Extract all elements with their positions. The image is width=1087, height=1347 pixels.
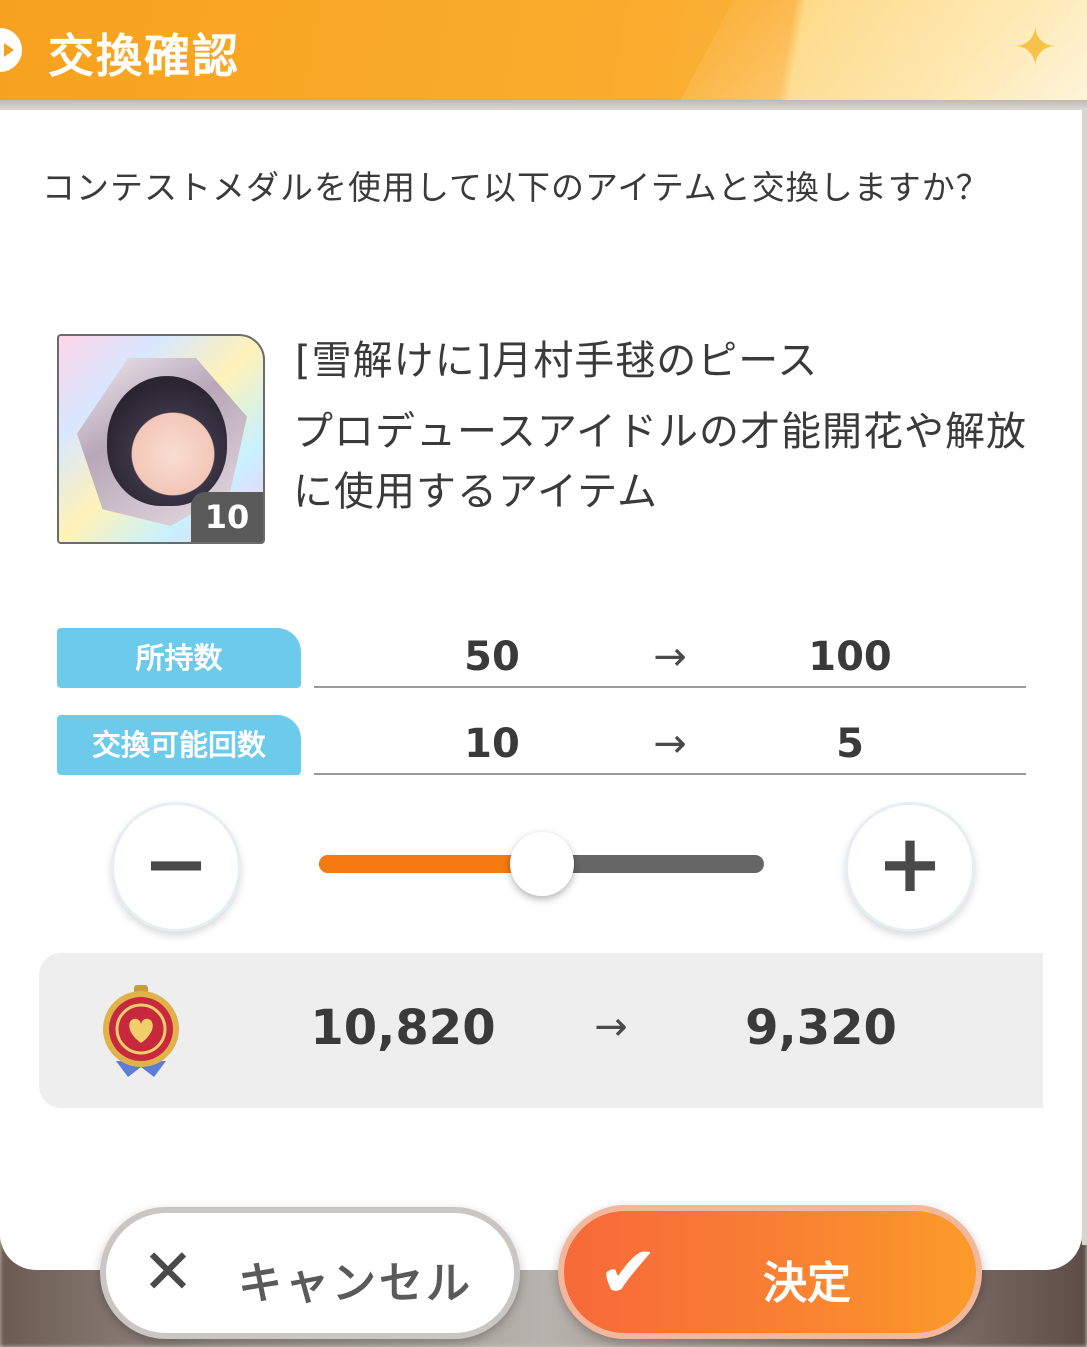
slider-thumb[interactable] [509, 832, 574, 896]
character-portrait [107, 376, 227, 506]
dialog-title: 交換確認 [48, 29, 240, 83]
exchange-count-label: 交換可能回数 [57, 715, 301, 775]
item-name: [雪解けに]月村手毬のピース [295, 338, 819, 384]
slider-fill [319, 855, 542, 873]
cancel-button-label: キャンセル [238, 1258, 473, 1309]
minus-icon: − [142, 817, 210, 910]
item-quantity-badge: 10 [191, 492, 263, 542]
arrow-icon: → [653, 634, 687, 680]
background-edge [1082, 95, 1087, 1245]
owned-count-label: 所持数 [57, 628, 301, 688]
arrow-icon: → [653, 721, 687, 767]
cancel-button[interactable]: ✕ キャンセル [100, 1207, 520, 1339]
exchange-count-from: 10 [464, 721, 520, 767]
sparkle-icon: ✦ [1013, 18, 1057, 78]
confirm-button-label: 決定 [763, 1258, 851, 1309]
divider [314, 686, 1026, 688]
confirm-button[interactable]: ✔ 決定 [558, 1205, 982, 1339]
arrow-icon: → [594, 1004, 628, 1050]
plus-icon: + [876, 817, 944, 910]
owned-count-from: 50 [464, 634, 520, 680]
close-icon: ✕ [142, 1235, 194, 1308]
owned-count-to: 100 [808, 634, 892, 680]
increase-button[interactable]: + [845, 802, 975, 932]
divider [314, 773, 1026, 775]
contest-medal-icon [103, 985, 179, 1077]
currency-from: 10,820 [310, 1000, 496, 1056]
item-thumbnail: 10 [57, 334, 265, 544]
item-description: プロデュースアイドルの才能開花や解放に使用するアイテム [293, 409, 1027, 515]
exchange-count-to: 5 [836, 721, 864, 767]
header-bullet-icon [0, 28, 22, 72]
currency-to: 9,320 [745, 1000, 897, 1056]
dialog-header: 交換確認 ✦ [0, 0, 1087, 100]
confirm-question: コンテストメダルを使用して以下のアイテムと交換しますか？ [42, 168, 990, 207]
decrease-button[interactable]: − [111, 802, 241, 932]
